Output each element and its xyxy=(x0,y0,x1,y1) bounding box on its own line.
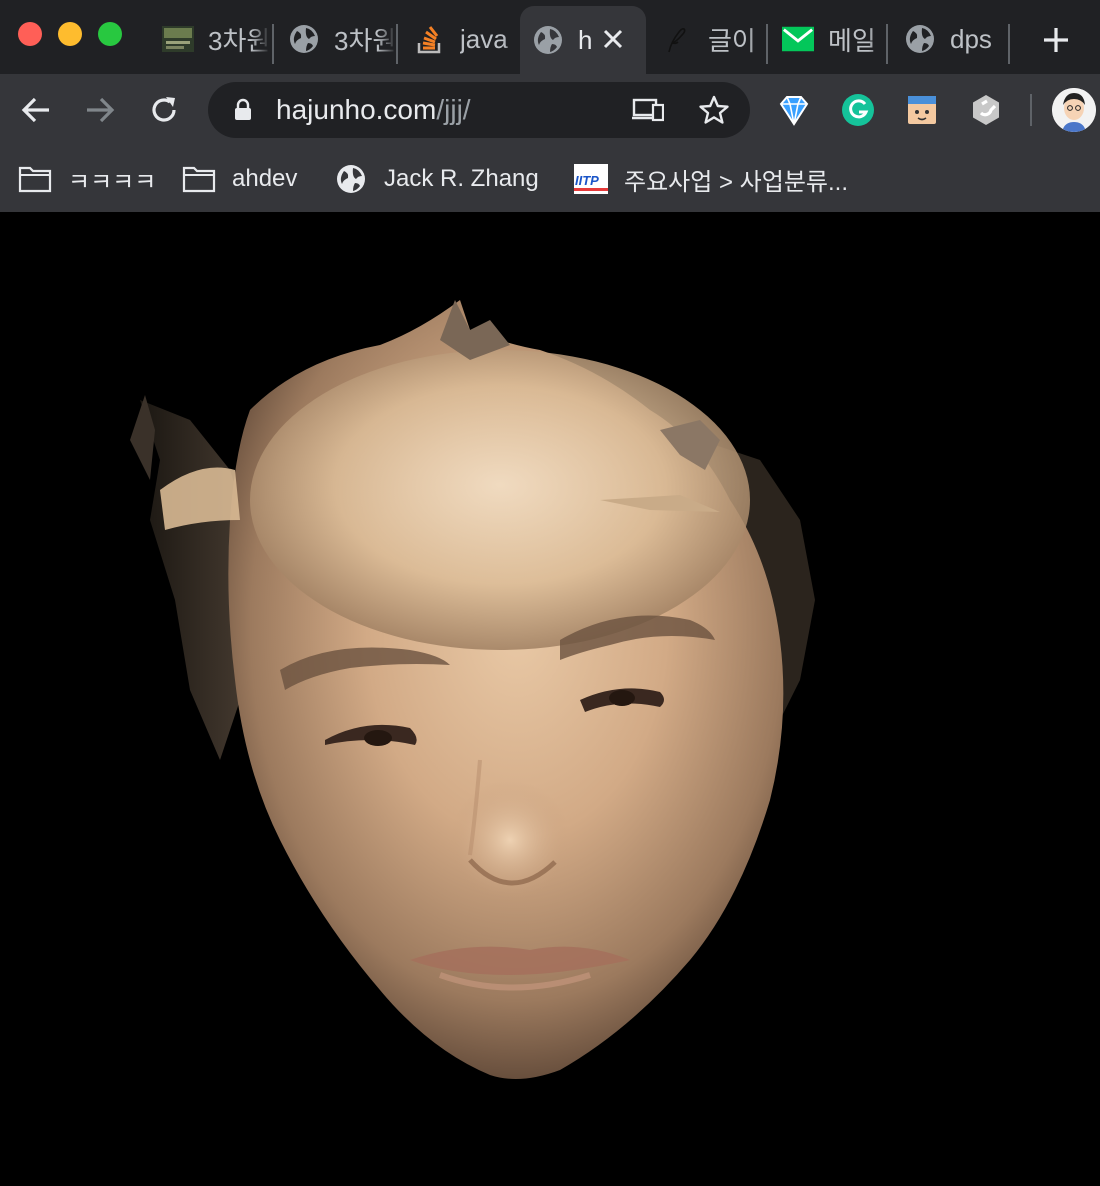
mail-icon xyxy=(782,23,814,55)
tab[interactable]: 메일 xyxy=(770,6,886,72)
toolbar: hajunho.com/jjj/ xyxy=(0,74,1100,146)
new-tab-button[interactable] xyxy=(1036,20,1076,60)
close-window-button[interactable] xyxy=(18,22,42,46)
back-button[interactable] xyxy=(12,86,60,134)
tab-separator xyxy=(766,24,768,64)
close-tab-icon[interactable] xyxy=(598,24,628,54)
tab[interactable]: dps xyxy=(892,6,1008,72)
robot-extension-icon[interactable] xyxy=(898,86,946,134)
bookmark-item[interactable]: Jack R. Zhang xyxy=(334,156,539,202)
address-bar[interactable]: hajunho.com/jjj/ xyxy=(208,82,750,138)
globe-icon xyxy=(532,24,564,56)
tab-separator xyxy=(396,24,398,64)
pen-icon xyxy=(662,23,694,55)
folder-icon xyxy=(18,162,52,196)
tab-title: 3차원 xyxy=(334,25,396,56)
tab-title: 글이 xyxy=(708,25,756,56)
tab-title: h xyxy=(578,24,593,55)
bookmark-item[interactable]: ahdev xyxy=(182,156,297,202)
url-text[interactable]: hajunho.com/jjj/ xyxy=(276,94,471,126)
forward-button[interactable] xyxy=(76,86,124,134)
reload-button[interactable] xyxy=(140,86,188,134)
tab-title: java xyxy=(460,23,508,54)
stackoverflow-icon xyxy=(414,23,446,55)
tab-separator xyxy=(272,24,274,64)
bookmark-label: 주요사업 > 사업분류... xyxy=(624,168,848,196)
svg-text:IITP: IITP xyxy=(575,173,599,188)
tab-title: dps xyxy=(950,23,992,54)
globe-icon xyxy=(288,23,320,55)
arrow-right-icon xyxy=(87,97,115,123)
tab-title: 메일 xyxy=(828,25,876,56)
bookmark-item[interactable]: ㅋㅋㅋㅋ xyxy=(18,156,156,202)
tab[interactable]: 3차원 xyxy=(150,6,270,72)
bookmarks-bar: ㅋㅋㅋㅋ ahdev Jack R. Zhang IITP 주요사업 > 사업분… xyxy=(0,146,1100,212)
profile-avatar-icon xyxy=(1052,88,1096,132)
diamond-extension-icon[interactable] xyxy=(770,86,818,134)
url-host: hajunho.com xyxy=(276,94,437,125)
bookmark-label: Jack R. Zhang xyxy=(384,165,539,192)
send-to-devices-icon[interactable] xyxy=(632,96,665,129)
tab-separator xyxy=(886,24,888,64)
bookmark-label: ahdev xyxy=(232,165,298,192)
tab-separator xyxy=(1008,24,1010,64)
tab-active[interactable]: h xyxy=(520,6,646,74)
avatar[interactable] xyxy=(1052,88,1096,132)
url-path: /jjj/ xyxy=(436,94,471,125)
tab[interactable]: 글이 xyxy=(650,6,766,72)
globe-icon xyxy=(334,162,368,196)
arrow-left-icon xyxy=(21,97,49,123)
tab[interactable]: 3차원 xyxy=(276,6,396,72)
lock-icon[interactable] xyxy=(234,98,252,127)
face-scan-render xyxy=(130,300,815,1079)
tab-strip: 3차원 3차원 java h 글이 메일 dps xyxy=(0,0,1100,74)
reload-icon xyxy=(152,97,176,122)
plus-icon xyxy=(1044,28,1068,52)
maximize-window-button[interactable] xyxy=(98,22,122,46)
folder-icon xyxy=(182,162,216,196)
globe-icon xyxy=(904,23,936,55)
bookmark-item[interactable]: IITP 주요사업 > 사업분류... xyxy=(574,156,848,202)
page-content xyxy=(0,212,1100,1186)
tab[interactable]: java xyxy=(402,6,522,72)
tab-title: 3차원 xyxy=(208,25,270,56)
browser-chrome: 3차원 3차원 java h 글이 메일 dps hajunho.com/jjj… xyxy=(0,0,1100,212)
magnet-extension-icon[interactable] xyxy=(962,86,1010,134)
iitp-icon: IITP xyxy=(574,162,608,196)
coding-thumbnail-icon xyxy=(162,23,194,55)
tab-list: 3차원 3차원 java h 글이 메일 dps xyxy=(150,6,1030,74)
grammarly-icon[interactable] xyxy=(834,86,882,134)
bookmark-label: ㅋㅋㅋㅋ xyxy=(68,168,157,196)
toolbar-separator xyxy=(1030,94,1032,126)
bookmark-star-icon[interactable] xyxy=(698,94,730,131)
minimize-window-button[interactable] xyxy=(58,22,82,46)
